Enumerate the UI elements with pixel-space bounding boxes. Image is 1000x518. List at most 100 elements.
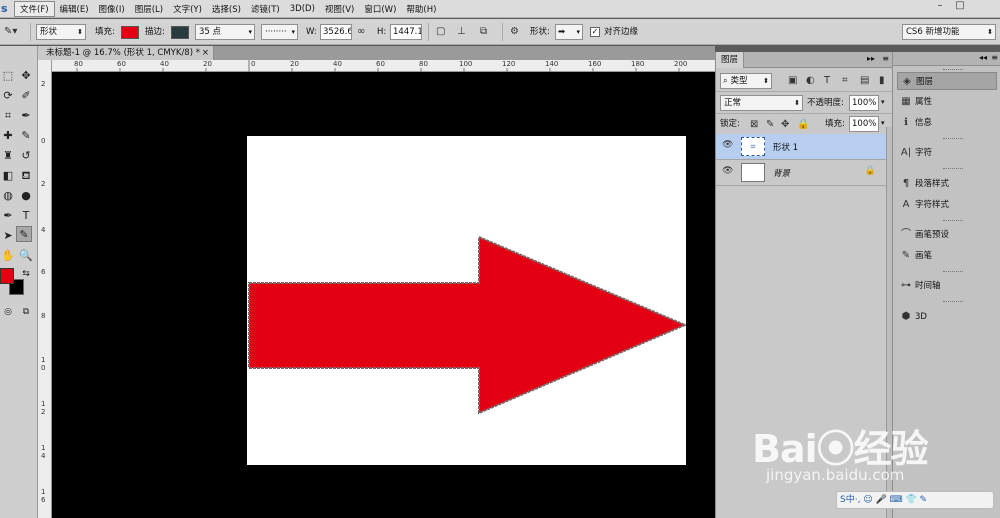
arrow-shape[interactable]: [247, 136, 686, 465]
foreground-color-swatch[interactable]: [0, 268, 14, 284]
dock-grip[interactable]: [943, 138, 963, 140]
healing-tool-icon[interactable]: ✚: [0, 128, 16, 144]
pen-tool-icon[interactable]: ✒: [0, 208, 16, 224]
filter-toggle-icon[interactable]: ▮: [879, 73, 885, 89]
blur-tool-icon[interactable]: ◍: [0, 188, 16, 204]
custom-shape-tool-icon[interactable]: ✎: [16, 226, 32, 242]
menu-window[interactable]: 窗口(W): [359, 2, 401, 16]
lasso-tool-icon[interactable]: ⟳: [0, 88, 16, 104]
dock-item-layers[interactable]: ◈ 图层: [897, 72, 997, 90]
menu-select[interactable]: 选择(S): [207, 2, 246, 16]
layer-row-background[interactable]: 👁 背景 🔒: [716, 160, 886, 186]
brush-tool-icon[interactable]: ✎: [18, 128, 34, 144]
marquee-tool-icon[interactable]: ⬚: [0, 68, 16, 84]
dock-item-brush[interactable]: ✎ 画笔: [897, 247, 997, 265]
gear-icon[interactable]: ⚙: [510, 24, 519, 40]
quick-select-tool-icon[interactable]: ✐: [18, 88, 34, 104]
pixel-filter-icon[interactable]: ▣: [788, 73, 797, 89]
maximize-button[interactable]: □: [950, 0, 970, 14]
path-alignment-icon[interactable]: ⊥: [457, 24, 466, 40]
path-operations-icon[interactable]: ▢: [436, 24, 445, 40]
menu-type[interactable]: 文字(Y): [168, 2, 207, 16]
layer-row-shape-1[interactable]: 👁 ⌗ 形状 1: [716, 134, 886, 160]
panel-menu-icon[interactable]: ≡: [991, 53, 998, 62]
collapse-icon[interactable]: ▸▸: [867, 54, 875, 63]
lock-transparent-icon[interactable]: ⊠: [750, 117, 758, 133]
move-tool-icon[interactable]: ✥: [18, 68, 34, 84]
blend-mode-dropdown[interactable]: 正常 ⬍: [720, 95, 803, 111]
arrow-polygon[interactable]: [248, 235, 686, 415]
stroke-swatch[interactable]: [171, 26, 189, 39]
dock-item-3d[interactable]: ⬢ 3D: [897, 308, 997, 326]
lock-position-icon[interactable]: ✥: [781, 117, 789, 133]
crop-tool-icon[interactable]: ⌗: [0, 108, 16, 124]
history-brush-tool-icon[interactable]: ↺: [18, 148, 34, 164]
shape-filter-icon[interactable]: ⌗: [842, 73, 848, 89]
dock-item-paragraph-styles[interactable]: ¶ 段落样式: [897, 175, 997, 193]
dock-grip[interactable]: [943, 271, 963, 273]
tab-layers[interactable]: 图层: [716, 52, 745, 68]
smart-object-filter-icon[interactable]: ▤: [860, 73, 869, 89]
height-field[interactable]: 1447.1: [390, 24, 422, 40]
document-canvas[interactable]: [247, 136, 686, 465]
close-icon[interactable]: ×: [202, 46, 209, 60]
collapse-icon[interactable]: ◂◂: [979, 53, 987, 62]
stroke-style-dropdown[interactable]: ········ ▾: [261, 24, 298, 40]
paint-bucket-tool-icon[interactable]: ⛾: [18, 168, 34, 184]
fill-field[interactable]: 100%: [849, 116, 879, 132]
menu-edit[interactable]: 编辑(E): [55, 2, 94, 16]
document-tab[interactable]: 未标题-1 @ 16.7% (形状 1, CMYK/8) * ×: [38, 46, 214, 60]
menu-filter[interactable]: 滤镜(T): [246, 2, 285, 16]
menu-layer[interactable]: 图层(L): [130, 2, 168, 16]
dock-item-character[interactable]: A| 字符: [897, 144, 997, 162]
hand-tool-icon[interactable]: ✋: [0, 248, 16, 264]
ruler-label: 180: [631, 60, 645, 68]
screen-mode-icon[interactable]: ⧉: [18, 304, 34, 320]
stamp-tool-icon[interactable]: ♜: [0, 148, 16, 164]
eye-icon[interactable]: 👁: [722, 140, 733, 150]
menu-file[interactable]: 文件(F): [14, 0, 55, 17]
dock-item-properties[interactable]: ▦ 属性: [897, 93, 997, 111]
tool-preset-icon[interactable]: ✎▾: [4, 24, 17, 40]
menu-3d[interactable]: 3D(D): [285, 3, 320, 15]
opacity-field[interactable]: 100%: [849, 95, 879, 111]
mode-dropdown[interactable]: 形状 ⬍: [36, 24, 86, 40]
type-filter-icon[interactable]: T: [824, 73, 830, 89]
dodge-tool-icon[interactable]: ●: [18, 188, 34, 204]
menu-view[interactable]: 视图(V): [320, 2, 359, 16]
quick-mask-icon[interactable]: ◎: [0, 304, 16, 320]
align-edges-checkbox[interactable]: ✓: [590, 27, 600, 37]
dock-grip[interactable]: [943, 220, 963, 222]
dock-item-info[interactable]: ℹ 信息: [897, 114, 997, 132]
ime-toolbar[interactable]: S中·, ☺ 🎤 ⌨ 👕 ✎: [836, 491, 994, 509]
dock-grip[interactable]: [943, 69, 963, 71]
panel-menu-icon[interactable]: ≡: [882, 54, 889, 63]
minimize-button[interactable]: –: [930, 0, 950, 14]
path-select-tool-icon[interactable]: ➤: [0, 228, 16, 244]
workspace-dropdown[interactable]: CS6 新增功能 ⬍: [902, 24, 996, 40]
zoom-tool-icon[interactable]: 🔍: [18, 248, 34, 264]
menu-image[interactable]: 图像(I): [94, 2, 130, 16]
adjustment-filter-icon[interactable]: ◐: [806, 73, 815, 89]
link-icon[interactable]: ∞: [357, 24, 365, 40]
filter-type-dropdown[interactable]: ⌕ 类型 ⬍: [720, 73, 772, 89]
dock-item-character-styles[interactable]: A 字符样式: [897, 196, 997, 214]
shape-picker[interactable]: ➡ ▾: [555, 24, 583, 40]
eyedropper-tool-icon[interactable]: ✒: [18, 108, 34, 124]
stroke-width-field[interactable]: 35 点 ▾: [195, 24, 255, 40]
lock-all-icon[interactable]: 🔒: [797, 117, 809, 133]
dock-grip[interactable]: [943, 301, 963, 303]
dock-item-timeline[interactable]: ⊶ 时间轴: [897, 277, 997, 295]
eye-icon[interactable]: 👁: [722, 166, 733, 176]
lock-pixels-icon[interactable]: ✎: [766, 117, 774, 133]
dock-item-brush-presets[interactable]: ⌒ 画笔预设: [897, 226, 997, 244]
width-field[interactable]: 3526.6: [320, 24, 352, 40]
chevron-down-icon[interactable]: ▾: [881, 98, 885, 106]
dock-grip[interactable]: [943, 168, 963, 170]
eraser-tool-icon[interactable]: ◧: [0, 168, 16, 184]
fill-swatch[interactable]: [121, 26, 139, 39]
chevron-down-icon[interactable]: ▾: [881, 119, 885, 127]
menu-help[interactable]: 帮助(H): [401, 2, 441, 16]
path-arrangement-icon[interactable]: ⧉: [480, 24, 487, 40]
type-tool-icon[interactable]: T: [18, 208, 34, 224]
